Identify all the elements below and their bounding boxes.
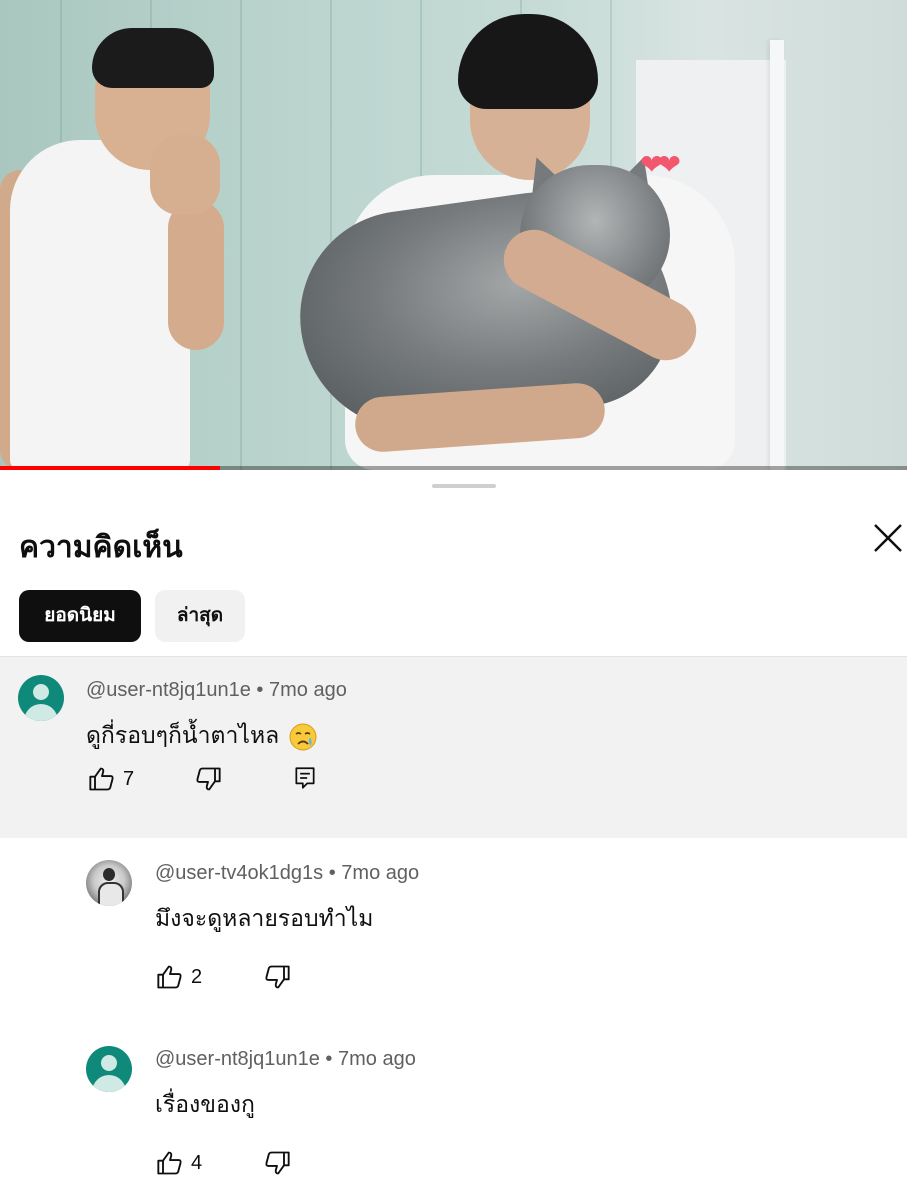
comment-time: 7mo ago — [268, 679, 347, 701]
thumbs-up-icon — [89, 767, 114, 791]
avatar-head-shape — [103, 868, 115, 881]
thumbs-down-icon — [196, 767, 221, 791]
door-edge — [770, 40, 784, 470]
hearts-sticker: ❤❤ — [640, 149, 681, 180]
avatar[interactable] — [86, 1046, 132, 1092]
comment-author[interactable]: @user-nt8jq1un1e — [155, 1048, 320, 1070]
like-button[interactable]: 7 — [88, 765, 134, 793]
comment-author[interactable]: @user-tv4ok1dg1s — [155, 862, 323, 884]
person-right-hair — [458, 14, 598, 109]
reply-comment: @user-nt8jq1un1e • 7mo ago เรื่องของกู 4 — [0, 1026, 907, 1200]
video-player[interactable]: ❤❤ — [0, 0, 907, 470]
like-button[interactable]: 2 — [156, 963, 202, 991]
comment-time: 7mo ago — [337, 1048, 416, 1070]
curtain-fold — [240, 0, 242, 470]
comment-text: เรื่องของกู — [155, 1091, 255, 1117]
meta-dot: • — [256, 679, 269, 701]
chip-top-comments[interactable]: ยอดนิยม — [19, 590, 141, 642]
thumbs-down-icon — [265, 1151, 290, 1175]
curtain-fold — [330, 0, 332, 470]
reply-button[interactable] — [292, 765, 318, 791]
comment-author[interactable]: @user-nt8jq1un1e — [86, 679, 251, 701]
dislike-button[interactable] — [263, 1149, 291, 1177]
reply-comment: @user-tv4ok1dg1s • 7mo ago มึงจะดูหลายรอ… — [0, 840, 907, 1026]
crying-face-emoji — [289, 723, 317, 751]
dislike-button[interactable] — [263, 963, 291, 991]
avatar[interactable] — [18, 675, 64, 721]
person-left-hand — [150, 135, 220, 215]
close-icon — [874, 524, 902, 552]
comment-thread: @user-nt8jq1un1e • 7mo ago ดูกี่รอบๆก็น้… — [0, 657, 907, 838]
like-count: 2 — [191, 965, 203, 988]
dislike-button[interactable] — [194, 765, 222, 793]
thumbs-up-icon — [157, 965, 182, 989]
avatar-head-shape — [33, 684, 49, 700]
comment-text: มึงจะดูหลายรอบทำไม — [155, 905, 374, 931]
avatar-body-shape — [24, 704, 58, 721]
like-count: 4 — [191, 1151, 203, 1174]
meta-dot: • — [325, 1048, 338, 1070]
like-button[interactable]: 4 — [156, 1149, 202, 1177]
reply-comment-icon — [295, 767, 315, 789]
comment-meta: @user-nt8jq1un1e • 7mo ago — [155, 1048, 416, 1071]
comment-meta: @user-tv4ok1dg1s • 7mo ago — [155, 862, 419, 885]
person-left-forearm — [168, 200, 224, 350]
avatar-body-shape — [98, 882, 124, 906]
like-count: 7 — [123, 767, 135, 790]
close-button[interactable] — [869, 519, 907, 557]
comments-title: ความคิดเห็น — [19, 531, 183, 564]
chip-newest[interactable]: ล่าสุด — [155, 590, 245, 642]
avatar[interactable] — [86, 860, 132, 906]
meta-dot: • — [328, 862, 342, 884]
comments-sheet: ความคิดเห็น ยอดนิยม ล่าสุด @user-nt8jq1u… — [0, 470, 907, 1200]
comment-text-content: ดูกี่รอบๆก็น้ำตาไหล — [86, 722, 280, 748]
comment-text: ดูกี่รอบๆก็น้ำตาไหล — [86, 718, 318, 754]
person-left-hair — [92, 28, 214, 88]
thumbs-down-icon — [265, 965, 290, 989]
comment-time: 7mo ago — [341, 862, 420, 884]
comment-meta: @user-nt8jq1un1e • 7mo ago — [86, 679, 347, 702]
drag-handle[interactable] — [432, 484, 496, 488]
avatar-body-shape — [92, 1075, 126, 1092]
thumbs-up-icon — [157, 1151, 182, 1175]
avatar-head-shape — [101, 1055, 117, 1071]
